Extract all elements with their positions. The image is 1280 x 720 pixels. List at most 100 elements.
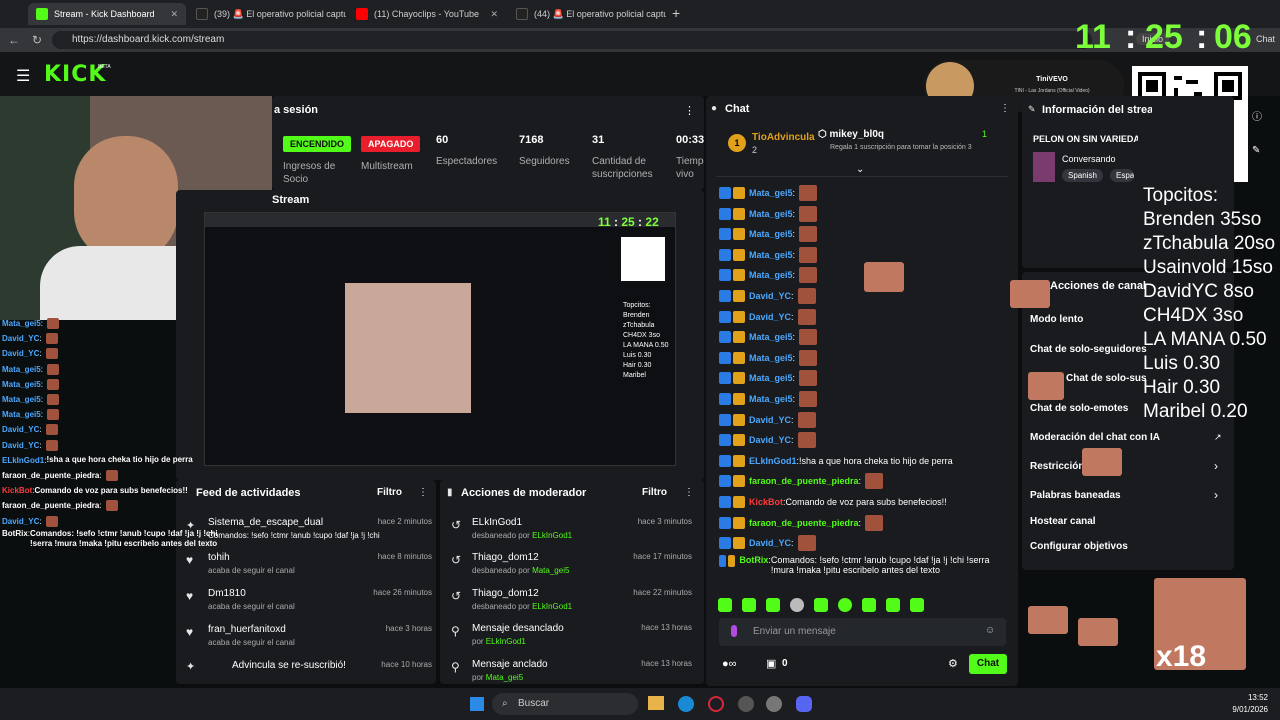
more-options-icon[interactable]: ⋮ xyxy=(684,104,695,117)
crown-badge-icon xyxy=(733,207,745,220)
emote-icon[interactable] xyxy=(790,598,804,612)
more-options-icon[interactable]: ⋮ xyxy=(1000,103,1010,114)
badge-icon xyxy=(719,516,731,529)
chat-username[interactable]: ELkInGod1 xyxy=(749,456,797,466)
menu-ai-moderation[interactable]: Moderación del chat con IA xyxy=(1030,432,1160,443)
menu-banned-words[interactable]: Palabras baneadas xyxy=(1030,490,1121,501)
chat-username[interactable]: Mata_gei5 xyxy=(749,250,793,260)
list-item: Advincula se re-suscribió! hace 10 horas xyxy=(232,660,432,671)
mod-filter-button[interactable]: Filtro xyxy=(642,487,667,498)
tab-youtube[interactable]: (11) Chayoclips - YouTube ✕ xyxy=(348,3,506,25)
chat-username[interactable]: David_YC xyxy=(749,435,791,445)
chat-username[interactable]: David_YC xyxy=(749,415,791,425)
taskbar-search[interactable]: ⌕ Buscar xyxy=(492,693,638,715)
pencil-icon[interactable]: ✎ xyxy=(1252,145,1260,156)
opera-icon[interactable] xyxy=(708,696,724,712)
emote-icon[interactable] xyxy=(838,598,852,612)
tab-video-1[interactable]: (39) 🚨 El operativo policial captur ✕ xyxy=(188,3,346,25)
stat-multistream: APAGADO Multistream xyxy=(361,134,421,173)
chat-username[interactable]: David_YC xyxy=(749,312,791,322)
chat-username[interactable]: David_YC xyxy=(749,538,791,548)
gifter-rank-badge: 1 xyxy=(728,134,746,152)
chat-username[interactable]: faraon_de_puente_piedra xyxy=(749,476,859,486)
crown-badge-icon xyxy=(733,187,745,199)
chat-username[interactable]: Mata_gei5 xyxy=(749,394,793,404)
reload-icon[interactable]: ↻ xyxy=(32,33,42,47)
folder-icon[interactable] xyxy=(648,696,664,710)
menu-host-channel[interactable]: Hostear canal xyxy=(1030,516,1096,527)
chat-username[interactable]: Mata_gei5 xyxy=(749,332,793,342)
back-icon[interactable]: ← xyxy=(8,33,20,47)
info-icon[interactable]: ⓘ xyxy=(1252,108,1262,123)
browser-chat-button[interactable]: Chat xyxy=(1256,34,1275,44)
chat-username[interactable]: Mata_gei5 xyxy=(749,188,793,198)
chat-username[interactable]: Mata_gei5 xyxy=(749,209,793,219)
more-options-icon[interactable]: ⋮ xyxy=(418,487,428,498)
list-item: Mensaje desanclado por ELkInGod1 hace 13… xyxy=(472,623,692,646)
menu-emotes-only[interactable]: Chat de solo-emotes xyxy=(1030,403,1128,414)
tag-chip[interactable]: Spanish xyxy=(1062,169,1103,182)
menu-followers-only[interactable]: Chat de solo-seguidores xyxy=(1030,344,1147,355)
chat-input-box[interactable]: Enviar un mensaje ☺ xyxy=(719,618,1006,646)
chat-username[interactable]: BotRix xyxy=(739,555,768,565)
emote-icon[interactable] xyxy=(814,598,828,612)
youtube-favicon-icon xyxy=(356,8,368,20)
side-chat-username: ELkInGod1 xyxy=(2,455,45,465)
edge-icon[interactable] xyxy=(678,696,694,712)
tab-video-2[interactable]: (44) 🚨 El operativo policial captur ✕ xyxy=(508,3,666,25)
emote-icon[interactable] xyxy=(862,598,876,612)
app-icon[interactable] xyxy=(738,696,754,712)
emote-icon[interactable] xyxy=(886,598,900,612)
emote-image xyxy=(797,411,816,428)
emote-image xyxy=(799,391,818,407)
collapse-icon[interactable]: ⌄ xyxy=(856,164,864,175)
unpin-icon: ⚲ xyxy=(451,624,460,638)
tab-kick-dashboard[interactable]: Stream - Kick Dashboard ✕ xyxy=(28,3,186,25)
emote-icon[interactable] xyxy=(742,598,756,612)
chat-username[interactable]: Mata_gei5 xyxy=(749,353,793,363)
badge-icon xyxy=(719,228,731,241)
chat-username[interactable]: Mata_gei5 xyxy=(749,229,793,239)
emoji-icon[interactable]: ☺ xyxy=(985,625,995,636)
menu-slow-mode[interactable]: Modo lento xyxy=(1030,314,1083,325)
chat-username[interactable]: Mata_gei5 xyxy=(749,270,793,280)
emote-icon[interactable] xyxy=(718,598,732,612)
microphone-icon[interactable] xyxy=(731,625,737,637)
category-name[interactable]: Conversando xyxy=(1062,154,1116,164)
pinned-user[interactable]: ⬡ mikey_bl0q xyxy=(818,129,884,140)
gift-icon[interactable]: ▣ xyxy=(766,657,776,670)
url-input[interactable]: https://dashboard.kick.com/stream xyxy=(52,31,1092,49)
badge-icon xyxy=(719,290,731,302)
chat-username[interactable]: KickBot xyxy=(749,497,783,507)
beta-label: BETA xyxy=(98,64,111,70)
settings-icon[interactable] xyxy=(766,696,782,712)
activity-filter-button[interactable]: Filtro xyxy=(377,487,402,498)
menu-restriction[interactable]: Restricción xyxy=(1030,461,1084,472)
chat-username[interactable]: faraon_de_puente_piedra xyxy=(749,518,859,528)
menu-set-goals[interactable]: Configurar objetivos xyxy=(1030,541,1128,552)
badge-icon xyxy=(719,413,731,426)
windows-start-icon[interactable] xyxy=(470,697,484,711)
session-title: a sesión xyxy=(274,104,319,116)
chat-message: David_YC: xyxy=(719,411,1005,429)
emote-icon[interactable] xyxy=(766,598,780,612)
points-icon[interactable]: ●∞ xyxy=(722,658,737,670)
list-item: Mensaje anclado por Mata_gei5 hace 13 ho… xyxy=(472,659,692,682)
emote-icon[interactable] xyxy=(910,598,924,612)
discord-icon[interactable] xyxy=(796,696,812,712)
close-tab-icon[interactable]: ✕ xyxy=(484,9,498,20)
chat-username[interactable]: David_YC xyxy=(749,291,791,301)
menu-icon[interactable]: ☰ xyxy=(16,66,30,86)
more-options-icon[interactable]: ⋮ xyxy=(684,487,694,498)
stream-preview[interactable]: 11 : 25 : 22 Topcitos: Brenden zTchabula CH… xyxy=(204,212,676,466)
settings-gear-icon[interactable]: ⚙ xyxy=(948,657,958,670)
emote-image xyxy=(799,349,818,366)
new-tab-button[interactable]: + xyxy=(672,5,680,21)
chat-message: Mata_gei5: xyxy=(719,225,1005,243)
chat-username[interactable]: Mata_gei5 xyxy=(749,373,793,383)
close-tab-icon[interactable]: ✕ xyxy=(164,9,178,20)
send-chat-button[interactable]: Chat xyxy=(969,654,1007,674)
top-gifter-name[interactable]: TioAdvincula xyxy=(752,132,815,143)
tag-chip[interactable]: Español xyxy=(1110,169,1134,182)
menu-subscribers-only[interactable]: Chat de solo-suscriptores xyxy=(1066,373,1146,384)
